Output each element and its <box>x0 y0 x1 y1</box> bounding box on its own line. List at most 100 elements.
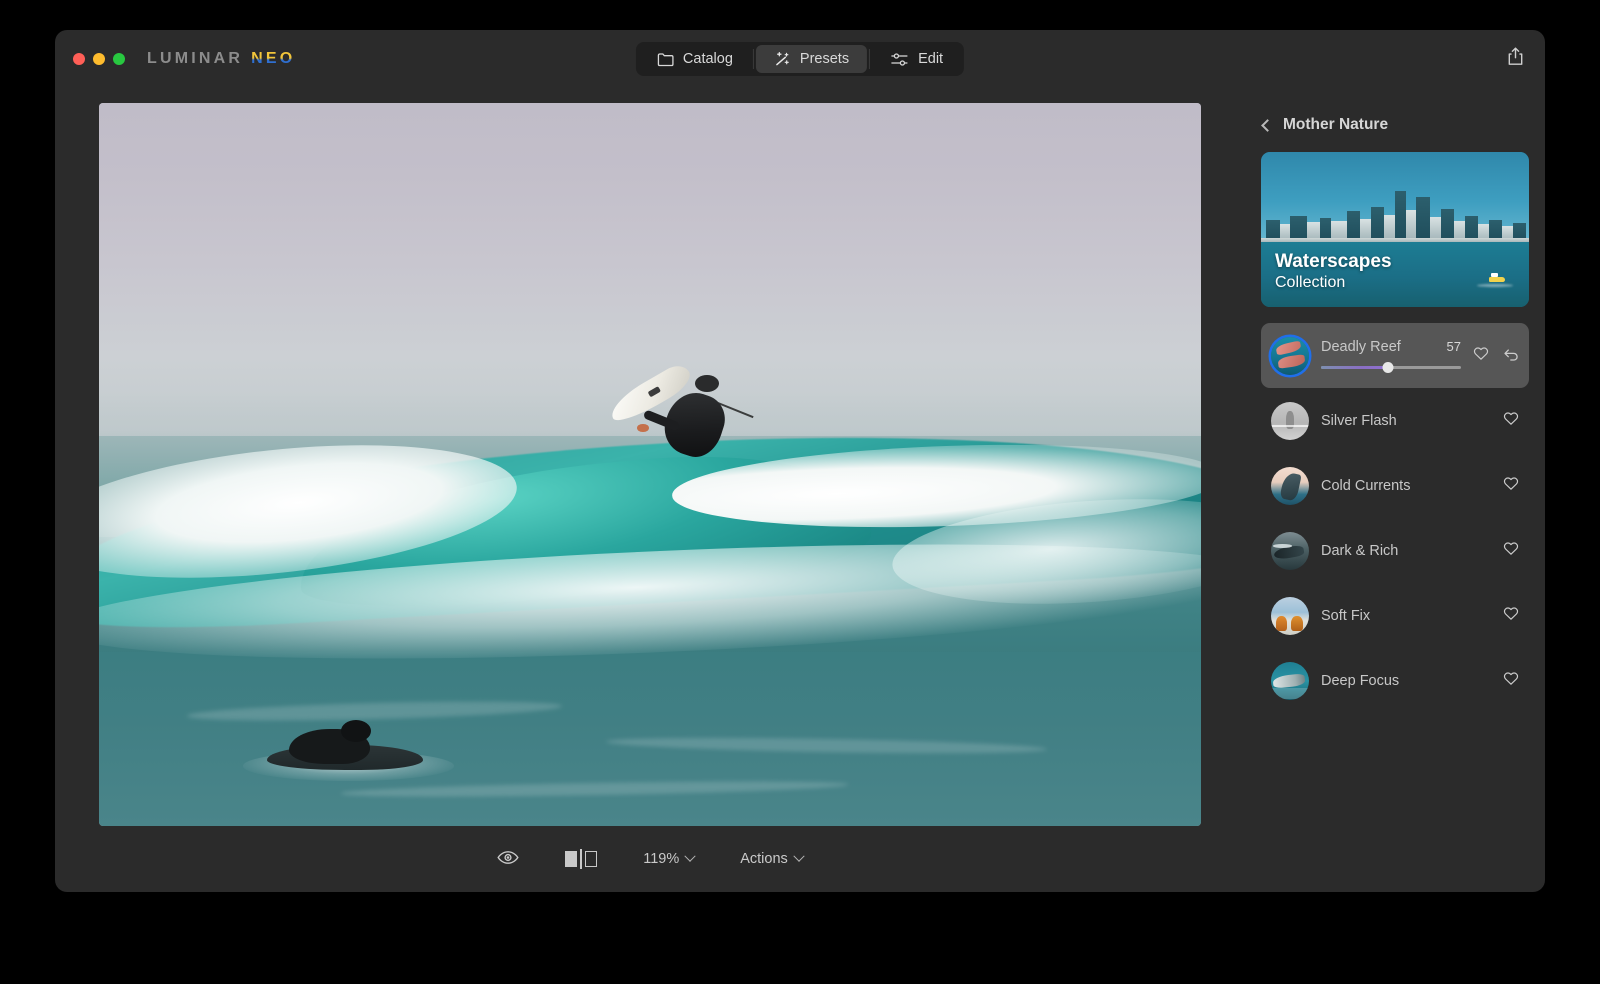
minimize-window-button[interactable] <box>93 53 105 65</box>
photo-paddling-surfer <box>242 718 455 783</box>
preset-amount-value: 57 <box>1446 338 1461 354</box>
zoom-level-dropdown[interactable]: 119% <box>637 847 700 871</box>
preset-row-actions <box>1503 476 1519 496</box>
preset-name: Dark & Rich <box>1321 542 1399 559</box>
favorite-button[interactable] <box>1503 476 1519 496</box>
titlebar: LUMINAR NEO Catalog Presets Edit <box>55 30 1545 88</box>
presets-panel: Mother Nature Waterscapes Collection Dea… <box>1245 88 1545 892</box>
preset-row-deep-focus[interactable]: Deep Focus <box>1261 648 1529 713</box>
preset-content: Deep Focus <box>1321 673 1491 689</box>
folder-icon <box>657 52 674 67</box>
before-after-icon <box>565 849 598 869</box>
tab-catalog[interactable]: Catalog <box>639 45 751 73</box>
preview-toggle-button[interactable] <box>491 846 525 873</box>
maximize-window-button[interactable] <box>113 53 125 65</box>
zoom-level-value: 119% <box>643 851 680 867</box>
preset-name: Silver Flash <box>1321 412 1397 429</box>
preset-header: Deep Focus <box>1321 673 1491 689</box>
preset-name: Deadly Reef <box>1321 338 1401 355</box>
chevron-left-icon <box>1261 118 1274 132</box>
divider <box>869 49 871 69</box>
banner-boat-wake <box>1476 283 1513 287</box>
compare-button[interactable] <box>559 845 603 873</box>
preset-row-actions <box>1503 606 1519 626</box>
slider-handle[interactable] <box>1382 361 1394 373</box>
panel-back-header[interactable]: Mother Nature <box>1261 116 1529 134</box>
bottom-toolbar: 119% Actions <box>99 826 1201 892</box>
preset-header: Dark & Rich <box>1321 543 1491 559</box>
preset-row-actions <box>1503 541 1519 561</box>
app-window: LUMINAR NEO Catalog Presets Edit 119% Ac… <box>55 30 1545 892</box>
tab-presets-label: Presets <box>799 51 850 67</box>
tab-catalog-label: Catalog <box>682 51 733 67</box>
tab-edit-label: Edit <box>918 51 944 67</box>
preset-content: Cold Currents <box>1321 478 1491 494</box>
slider-fill <box>1321 365 1389 369</box>
heart-icon <box>1503 671 1519 691</box>
sparkle-icon <box>774 51 791 67</box>
chevron-down-icon <box>684 850 696 862</box>
preset-thumbnail <box>1271 336 1309 375</box>
favorite-button[interactable] <box>1503 541 1519 561</box>
preset-thumbnail <box>1271 531 1309 570</box>
heart-icon <box>1473 346 1489 366</box>
divider <box>752 49 754 69</box>
favorite-button[interactable] <box>1503 671 1519 691</box>
app-body: 119% Actions Mother Nature Waterscapes C… <box>55 88 1545 892</box>
preset-content: Soft Fix <box>1321 608 1491 624</box>
preset-content: Deadly Reef 57 <box>1321 339 1461 373</box>
preset-name: Soft Fix <box>1321 607 1371 624</box>
actions-dropdown[interactable]: Actions <box>734 847 809 871</box>
tab-edit[interactable]: Edit <box>872 45 961 73</box>
banner-boat <box>1488 273 1505 283</box>
eye-icon <box>497 850 519 869</box>
banner-caption: Waterscapes Collection <box>1275 250 1392 293</box>
heart-icon <box>1503 476 1519 496</box>
preset-thumbnail <box>1271 466 1309 505</box>
actions-label: Actions <box>740 851 788 867</box>
canvas-area: 119% Actions <box>55 88 1245 892</box>
heart-icon <box>1503 606 1519 626</box>
preset-amount-slider[interactable] <box>1321 361 1461 373</box>
preset-row-deadly-reef[interactable]: Deadly Reef 57 <box>1261 323 1529 388</box>
preset-row-cold-currents[interactable]: Cold Currents <box>1261 453 1529 518</box>
favorite-button[interactable] <box>1503 411 1519 431</box>
preset-name: Deep Focus <box>1321 672 1400 689</box>
mode-switcher: Catalog Presets Edit <box>635 42 965 76</box>
chevron-down-icon <box>793 850 805 862</box>
preset-thumbnail <box>1271 596 1309 635</box>
favorite-button[interactable] <box>1473 346 1489 366</box>
close-window-button[interactable] <box>73 53 85 65</box>
photo-surfer-head <box>694 374 720 392</box>
preset-thumbnail <box>1271 661 1309 700</box>
preset-row-soft-fix[interactable]: Soft Fix <box>1261 583 1529 648</box>
preset-thumbnail <box>1271 401 1309 440</box>
preset-header: Deadly Reef 57 <box>1321 339 1461 355</box>
preset-header: Soft Fix <box>1321 608 1491 624</box>
logo-luminar: LUMINAR <box>147 50 244 67</box>
photo-canvas[interactable] <box>99 103 1201 826</box>
app-logo: LUMINAR NEO <box>147 50 295 68</box>
banner-skyline <box>1261 189 1529 242</box>
logo-neo: NEO <box>251 50 296 67</box>
share-button[interactable] <box>1506 47 1525 72</box>
preset-row-actions <box>1503 671 1519 691</box>
preset-content: Dark & Rich <box>1321 543 1491 559</box>
preset-name: Cold Currents <box>1321 477 1411 494</box>
window-controls <box>73 53 125 65</box>
photo-surfer-hand <box>637 424 649 433</box>
share-icon <box>1506 47 1525 72</box>
page-title: Mother Nature <box>1283 116 1389 133</box>
favorite-button[interactable] <box>1503 606 1519 626</box>
preset-row-dark-and-rich[interactable]: Dark & Rich <box>1261 518 1529 583</box>
collection-banner[interactable]: Waterscapes Collection <box>1261 152 1529 307</box>
heart-icon <box>1503 541 1519 561</box>
photo-surfer <box>605 360 754 472</box>
collection-subtitle: Collection <box>1275 274 1346 292</box>
reset-preset-button[interactable] <box>1502 346 1519 366</box>
preset-content: Silver Flash <box>1321 413 1491 429</box>
tab-presets[interactable]: Presets <box>755 45 868 73</box>
preset-row-silver-flash[interactable]: Silver Flash <box>1261 388 1529 453</box>
collection-title: Waterscapes <box>1275 251 1392 273</box>
preset-header: Cold Currents <box>1321 478 1491 494</box>
